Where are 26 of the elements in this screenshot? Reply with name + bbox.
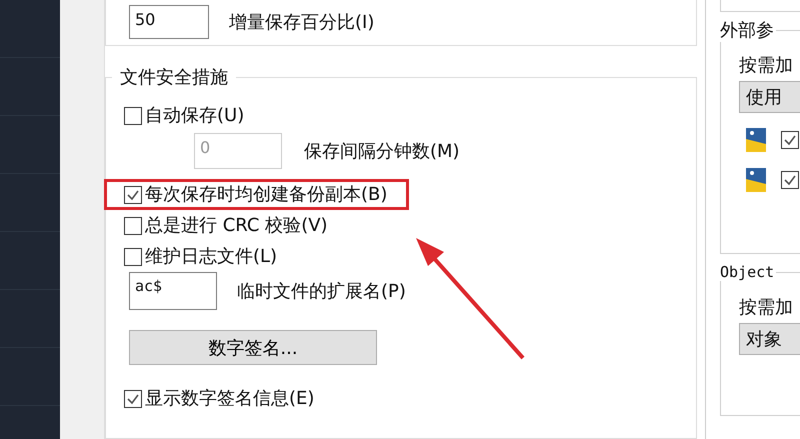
checkbox[interactable] — [781, 131, 799, 149]
input-field[interactable]: 50 — [129, 5, 209, 39]
field-label: 保存间隔分钟数(M) — [304, 140, 460, 163]
checkbox-option[interactable]: 自动保存(U) — [124, 104, 696, 127]
checkbox[interactable] — [124, 106, 142, 124]
checkbox-option[interactable]: 总是进行 CRC 校验(V) — [124, 214, 696, 237]
field-label: 临时文件的扩展名(P) — [237, 280, 406, 303]
field-label: 按需加 — [739, 54, 794, 77]
signature-button[interactable]: 数字签名... — [129, 330, 377, 365]
checkbox-option[interactable]: 显示数字签名信息(E) — [124, 387, 696, 410]
input-field[interactable]: ac$ — [129, 272, 217, 310]
checkbox-option[interactable]: 每次保存时均创建备份副本(B) — [124, 183, 388, 206]
dropdown[interactable]: 对象 — [739, 323, 800, 355]
checkbox[interactable] — [124, 390, 142, 408]
checkbox[interactable] — [124, 248, 142, 266]
dropdown[interactable]: 使用 — [739, 81, 800, 113]
folder-image-icon — [745, 127, 767, 153]
group-title: Object — [720, 263, 776, 281]
field-label: 增量保存百分比(I) — [229, 11, 374, 34]
folder-image-icon — [745, 167, 767, 193]
checkbox-option[interactable]: 维护日志文件(L) — [124, 245, 696, 268]
checkbox[interactable] — [781, 171, 799, 189]
checkbox[interactable] — [124, 216, 142, 234]
group-title: 外部参 — [720, 18, 776, 42]
checkbox[interactable] — [124, 186, 142, 204]
field-label: 按需加 — [739, 296, 794, 319]
